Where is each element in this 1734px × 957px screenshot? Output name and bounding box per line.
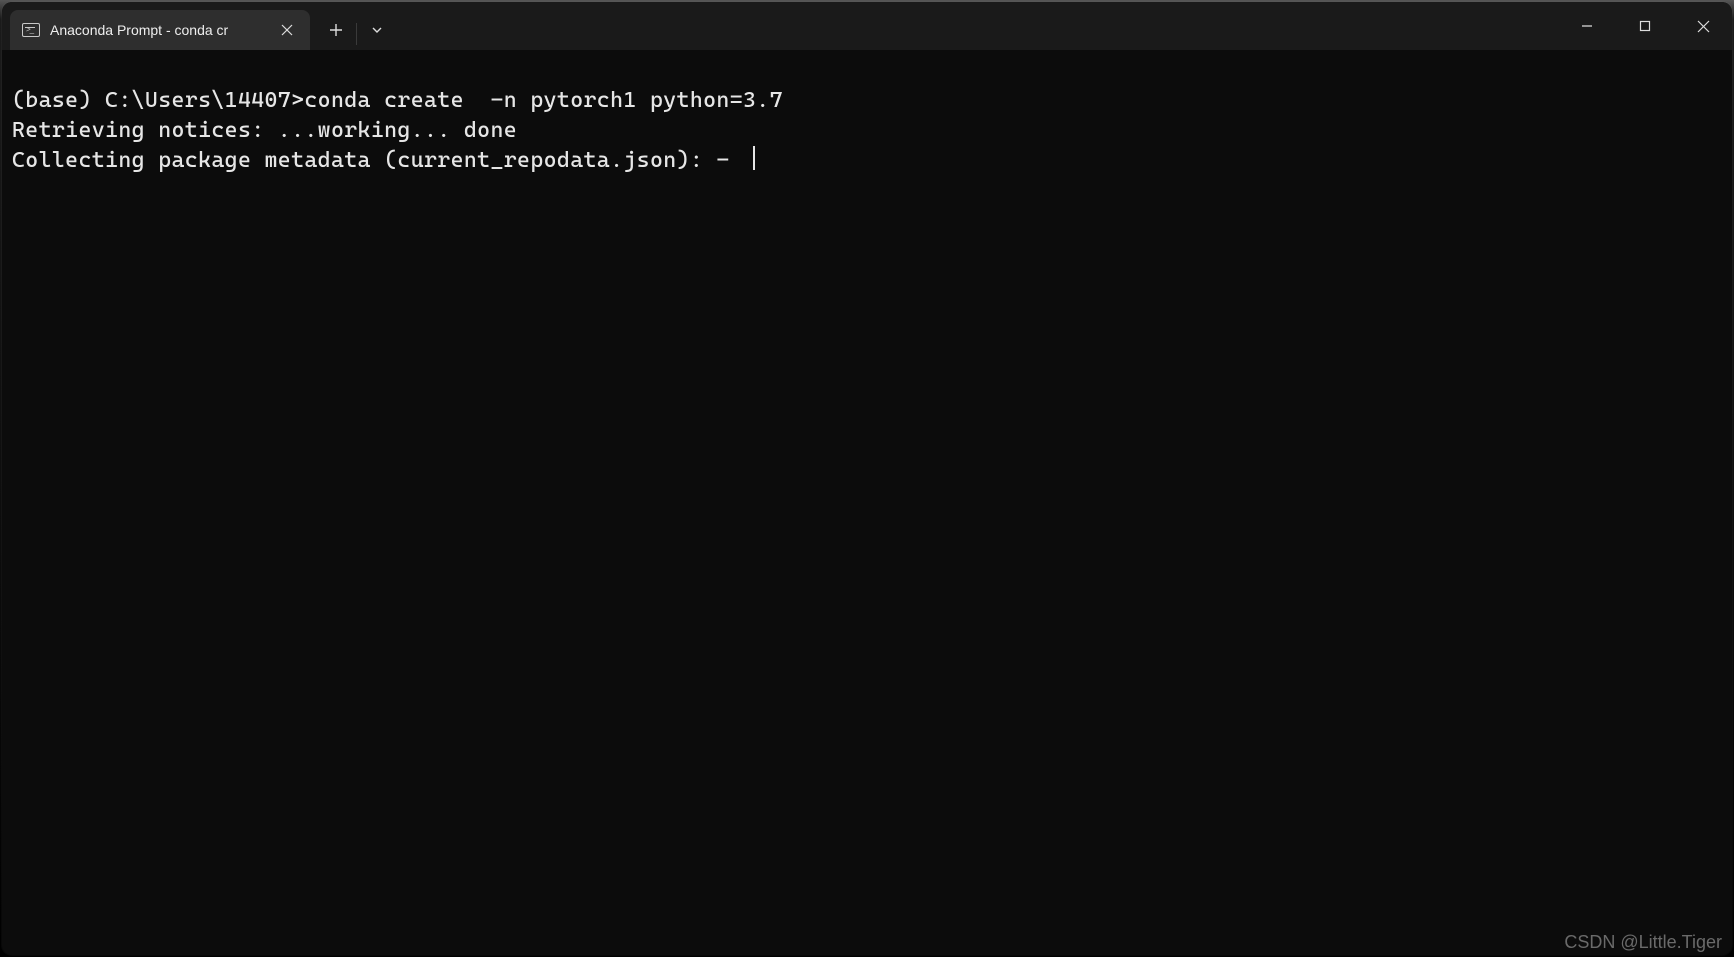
terminal-output[interactable]: (base) C:\Users\14407>conda create -n py…	[2, 50, 1732, 955]
titlebar-actions	[310, 2, 397, 50]
close-icon	[1697, 20, 1710, 33]
window-controls	[1558, 2, 1732, 50]
maximize-button[interactable]	[1616, 2, 1674, 50]
new-tab-button[interactable]	[316, 10, 356, 50]
watermark: CSDN @Little.Tiger	[1564, 932, 1722, 953]
window-close-button[interactable]	[1674, 2, 1732, 50]
tab-title: Anaconda Prompt - conda cr	[50, 22, 274, 38]
minimize-icon	[1581, 20, 1593, 32]
close-icon	[281, 24, 293, 36]
titlebar-drag-region[interactable]	[397, 2, 1558, 50]
terminal-window: Anaconda Prompt - conda cr	[2, 2, 1732, 955]
maximize-icon	[1639, 20, 1651, 32]
terminal-line: Retrieving notices: ...working... done	[12, 118, 517, 143]
tab-close-button[interactable]	[274, 17, 300, 43]
chevron-down-icon	[370, 23, 384, 37]
plus-icon	[329, 23, 343, 37]
tab-dropdown-button[interactable]	[357, 10, 397, 50]
terminal-line: Collecting package metadata (current_rep…	[12, 148, 743, 173]
terminal-icon	[22, 23, 40, 37]
titlebar: Anaconda Prompt - conda cr	[2, 2, 1732, 50]
tab-active[interactable]: Anaconda Prompt - conda cr	[10, 10, 310, 50]
text-cursor	[753, 146, 755, 170]
terminal-line: (base) C:\Users\14407>conda create -n py…	[12, 88, 783, 113]
minimize-button[interactable]	[1558, 2, 1616, 50]
